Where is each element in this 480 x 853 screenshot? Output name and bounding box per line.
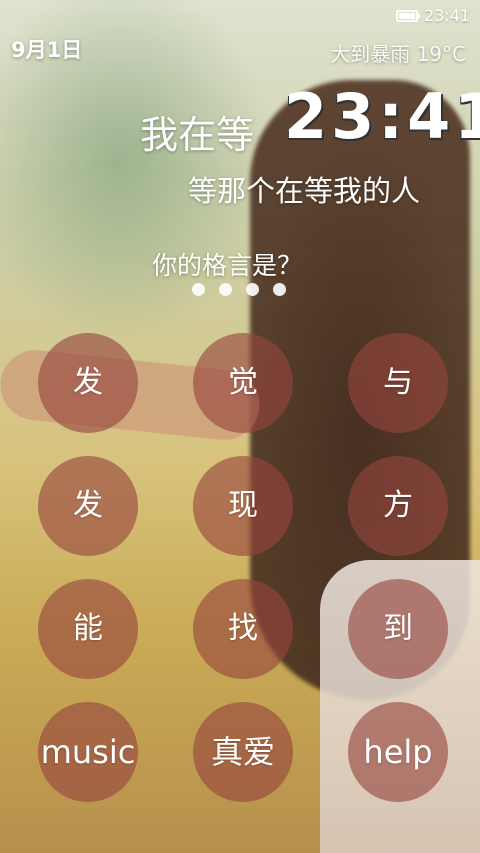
key-9[interactable]: 到 — [348, 579, 448, 679]
key-2[interactable]: 觉 — [193, 333, 293, 433]
key-6[interactable]: 方 — [348, 456, 448, 556]
help-button[interactable]: help — [348, 702, 448, 802]
music-button[interactable]: music — [38, 702, 138, 802]
key-8[interactable]: 找 — [193, 579, 293, 679]
passcode-keypad: 发 觉 与 发 现 方 能 找 到 music 真爱 help — [0, 0, 480, 853]
key-1[interactable]: 发 — [38, 333, 138, 433]
key-5[interactable]: 现 — [193, 456, 293, 556]
key-3[interactable]: 与 — [348, 333, 448, 433]
key-4[interactable]: 发 — [38, 456, 138, 556]
key-7[interactable]: 能 — [38, 579, 138, 679]
key-0[interactable]: 真爱 — [193, 702, 293, 802]
